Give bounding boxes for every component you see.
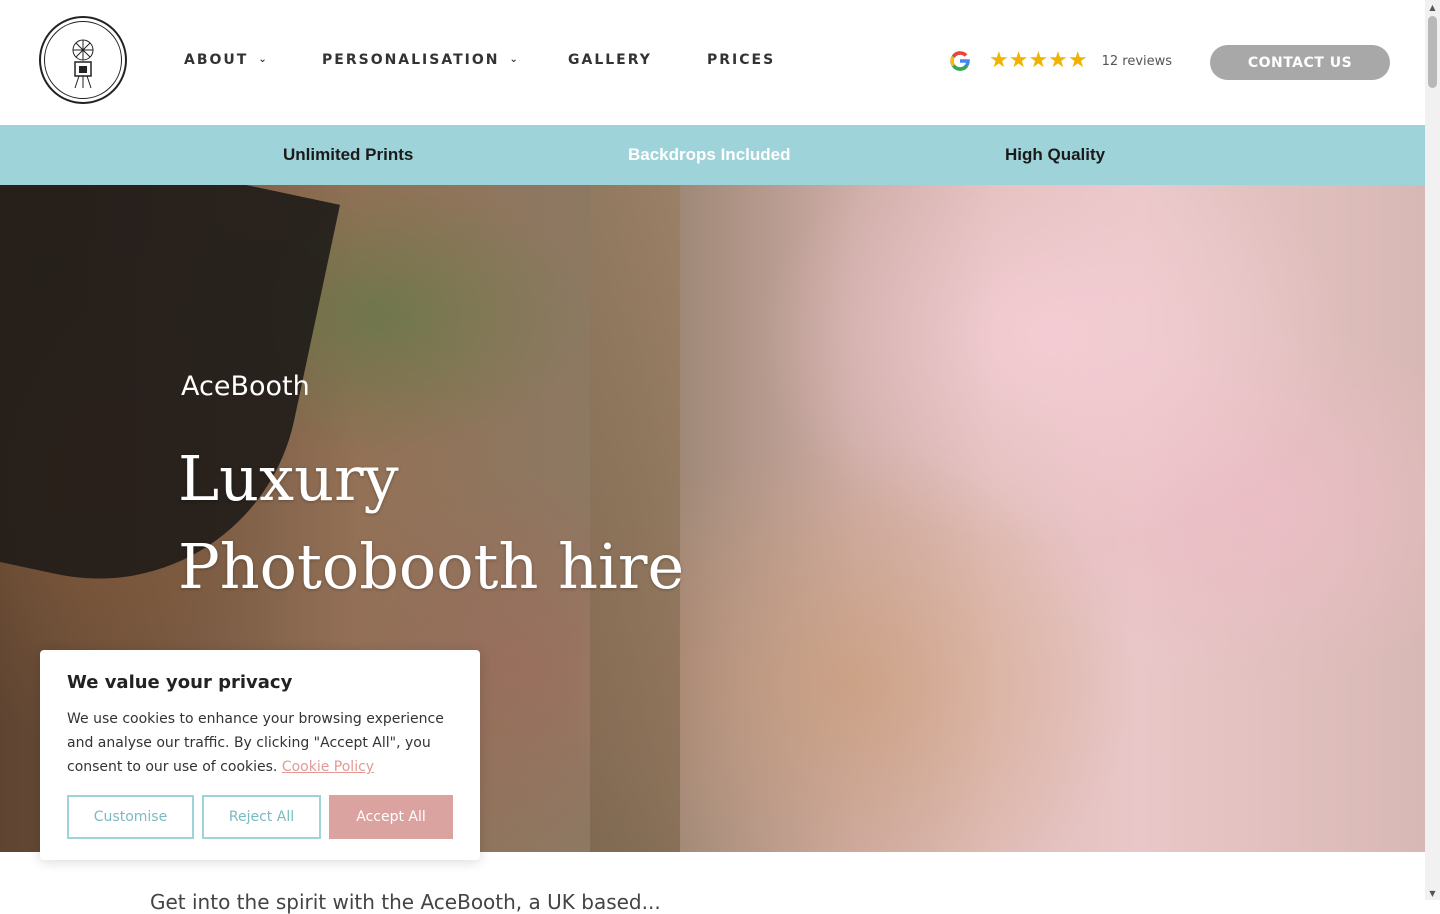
- chevron-down-icon: ⌄: [258, 53, 269, 65]
- cookie-body-text: We use cookies to enhance your browsing …: [67, 711, 444, 775]
- nav-about[interactable]: ABOUT ⌄: [184, 52, 269, 68]
- nav-prices[interactable]: PRICES: [707, 52, 775, 68]
- feature-high-quality: High Quality: [1005, 145, 1106, 164]
- cookie-banner: We value your privacy We use cookies to …: [40, 650, 480, 860]
- logo[interactable]: [39, 16, 127, 104]
- scroll-down-arrow-icon[interactable]: ▼: [1425, 886, 1440, 900]
- cookie-body: We use cookies to enhance your browsing …: [67, 707, 453, 779]
- google-icon: [950, 51, 970, 71]
- site-header: ABOUT ⌄ PERSONALISATION ⌄ GALLERY PRICES…: [0, 0, 1425, 125]
- page-scrollbar[interactable]: ▲ ▼: [1425, 0, 1440, 900]
- feature-strip: Unlimited Prints Backdrops Included High…: [0, 125, 1425, 185]
- nav-gallery[interactable]: GALLERY: [568, 52, 652, 68]
- chevron-down-icon: ⌄: [509, 53, 520, 65]
- cookie-title: We value your privacy: [67, 672, 293, 693]
- logo-emblem-icon: [44, 21, 122, 99]
- cookie-policy-link[interactable]: Cookie Policy: [282, 759, 374, 775]
- hero-title-line-1: Luxury: [178, 442, 399, 515]
- feature-unlimited-prints: Unlimited Prints: [283, 145, 414, 164]
- google-reviews-widget[interactable]: ★★★★★ 12 reviews: [947, 48, 1172, 74]
- contact-us-button[interactable]: CONTACT US: [1210, 45, 1390, 80]
- accept-all-button[interactable]: Accept All: [329, 795, 453, 839]
- nav-about-label: ABOUT: [184, 52, 249, 68]
- hero-title-line-2: Photobooth hire: [178, 530, 685, 603]
- feature-backdrops-included: Backdrops Included: [628, 145, 791, 164]
- cookie-actions: Customise Reject All Accept All: [67, 795, 453, 839]
- review-count[interactable]: 12 reviews: [1102, 54, 1172, 69]
- nav-personalisation[interactable]: PERSONALISATION ⌄: [322, 52, 520, 68]
- reject-all-button[interactable]: Reject All: [202, 795, 321, 839]
- hero-title: Luxury Photobooth hire: [178, 435, 684, 611]
- customise-button[interactable]: Customise: [67, 795, 194, 839]
- star-rating: ★★★★★: [989, 48, 1088, 73]
- nav-prices-label: PRICES: [707, 52, 776, 68]
- scroll-up-arrow-icon[interactable]: ▲: [1425, 0, 1440, 14]
- intro-text: Get into the spirit with the AceBooth, a…: [150, 890, 661, 914]
- scrollbar-thumb[interactable]: [1428, 16, 1437, 88]
- nav-gallery-label: GALLERY: [568, 52, 652, 68]
- hero-eyebrow: AceBooth: [181, 371, 310, 402]
- nav-personalisation-label: PERSONALISATION: [322, 52, 500, 68]
